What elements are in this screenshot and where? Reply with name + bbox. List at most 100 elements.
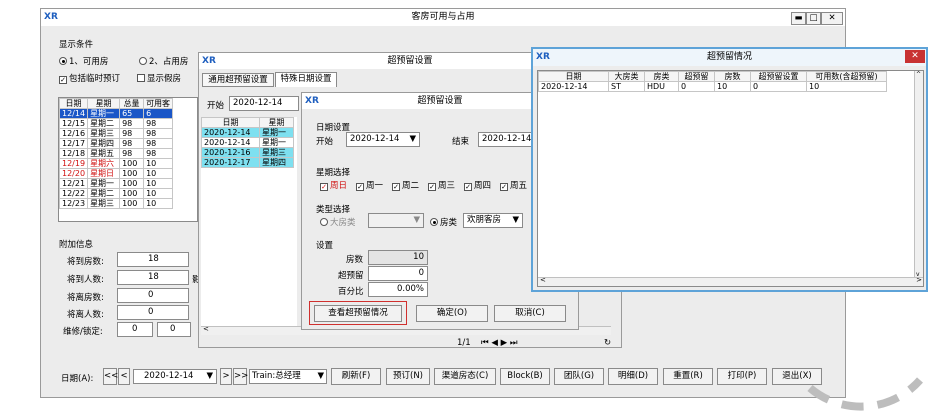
availability-grid[interactable]: 日期 星期 总量 可用客 12/14 星期一 65 6 12/15 星期二 98 98 12…	[58, 97, 198, 222]
weekday-fri[interactable]: ✓ 周五	[500, 179, 527, 191]
main-title: 客房可用与占用	[411, 12, 475, 22]
status-titlebar: XR 超预留情况 ✕	[533, 49, 926, 66]
table-row[interactable]: 2020-12-14 ST HDU 0 10 0 10	[538, 81, 887, 92]
col-header: 房类	[644, 71, 679, 82]
radio-occupied[interactable]: 2、占用房	[139, 55, 188, 67]
arrive-guests-label: 将到人数:	[67, 275, 104, 285]
checkbox-checked-icon: ✓	[428, 183, 436, 191]
refresh-button[interactable]: 刷新(F)	[331, 368, 381, 385]
table-row[interactable]: 12/19 星期六 100 10	[59, 158, 174, 169]
checkbox-checked-icon: ✓	[356, 183, 364, 191]
table-row[interactable]: 12/22 星期二 100 10	[59, 188, 174, 199]
dropdown-arrow-icon: ▼	[413, 215, 420, 225]
reserve-button[interactable]: 预订(N)	[386, 368, 430, 385]
col-header: 可用客	[143, 98, 174, 109]
week-group-label: 星期选择	[316, 168, 351, 178]
col-header: 日期	[59, 98, 89, 109]
refresh-icon[interactable]: ↻	[604, 338, 611, 348]
table-row[interactable]: 12/18 星期五 98 98	[59, 148, 174, 159]
tab-special-date[interactable]: 特殊日期设置	[275, 72, 337, 87]
app-logo-icon: XR	[44, 12, 58, 22]
inner-dialog-title: 超预留设置	[417, 96, 463, 106]
weekday-thu[interactable]: ✓ 周四	[464, 179, 491, 191]
col-header: 日期	[538, 71, 609, 82]
col-header: 大房类	[608, 71, 645, 82]
weekday-wed[interactable]: ✓ 周三	[428, 179, 455, 191]
date-group-label: 日期设置	[316, 123, 351, 133]
checkbox-checked-icon: ✓	[500, 183, 508, 191]
checkbox-checked-icon: ✓	[59, 76, 67, 84]
depart-rooms-label: 将离房数:	[67, 293, 104, 303]
main-titlebar: XR 客房可用与占用 ▬ □ ✕	[41, 9, 845, 26]
date-label: 日期(A):	[61, 374, 94, 384]
weekday-sun[interactable]: ✓ 周日	[320, 179, 347, 191]
depart-guests-label: 将离人数:	[67, 310, 104, 320]
weekday-tue[interactable]: ✓ 周二	[392, 179, 419, 191]
extra-info-label: 附加信息	[59, 240, 94, 250]
depart-guests-field: 0	[117, 305, 189, 320]
detail-button[interactable]: 明细(D)	[608, 368, 658, 385]
close-button[interactable]: ✕	[821, 12, 843, 25]
table-row[interactable]: 12/14 星期一 65 6	[59, 108, 174, 119]
weekday-mon[interactable]: ✓ 周一	[356, 179, 383, 191]
reset-button[interactable]: 重置(R)	[663, 368, 713, 385]
radio-available[interactable]: 1、可用房	[59, 55, 108, 67]
scroll-left-icon: <	[540, 276, 546, 284]
special-date-grid[interactable]: 日期 星期 2020-12-14 星期一 2020-12-14 星期一 2020-12…	[201, 117, 297, 327]
start-date-field[interactable]: 2020-12-14	[229, 96, 299, 111]
checkbox-include-temp[interactable]: ✓ 包括临时预订	[59, 72, 120, 84]
ok-button[interactable]: 确定(O)	[416, 305, 488, 322]
print-button[interactable]: 打印(P)	[717, 368, 767, 385]
view-over-status-button[interactable]: 查看超预留情况	[314, 305, 402, 322]
train-value: Train:总经理	[252, 371, 301, 381]
over-status-grid[interactable]: 日期 大房类 房类 超预留 房数 超预留设置 可用数(含超预留) 2020-12…	[537, 70, 924, 287]
channel-status-button[interactable]: 渠道房态(C)	[434, 368, 496, 385]
table-row[interactable]: 12/21 星期一 100 10	[59, 178, 174, 189]
col-header: 日期	[201, 117, 260, 128]
arrive-rooms-field: 18	[117, 252, 189, 267]
radio-room-type[interactable]: 房类	[430, 216, 457, 228]
prev-day-button[interactable]: <	[118, 368, 130, 385]
horizontal-scrollbar[interactable]: < >	[538, 276, 923, 286]
status-close-button[interactable]: ✕	[905, 50, 925, 63]
checkbox-checked-icon: ✓	[464, 183, 472, 191]
next-week-button[interactable]: >>	[233, 368, 248, 385]
vertical-scrollbar[interactable]: ^ v	[914, 71, 923, 278]
tab-general[interactable]: 通用超预留设置	[202, 73, 274, 87]
group-button[interactable]: 团队(G)	[554, 368, 604, 385]
table-row[interactable]: 12/16 星期三 98 98	[59, 128, 174, 139]
maximize-button[interactable]: □	[806, 12, 821, 25]
block-button[interactable]: Block(B)	[500, 368, 550, 385]
over-reserve-field[interactable]: 0	[368, 266, 428, 281]
date-picker[interactable]: 2020-12-14 ▼	[133, 369, 217, 384]
table-row[interactable]: 2020-12-17 星期四	[201, 157, 294, 168]
prev-week-button[interactable]: <<	[103, 368, 118, 385]
depart-rooms-field: 0	[117, 288, 189, 303]
table-row[interactable]: 2020-12-14 星期一	[201, 127, 294, 138]
radio-big-icon	[320, 218, 328, 226]
train-select[interactable]: Train:总经理 ▼	[249, 369, 327, 384]
minimize-button[interactable]: ▬	[791, 12, 806, 25]
room-type-select[interactable]: 欢朋客房 ▼	[463, 213, 523, 228]
table-row[interactable]: 12/20 星期日 100 10	[59, 168, 174, 179]
type-group-label: 类型选择	[316, 205, 351, 215]
next-day-button[interactable]: >	[220, 368, 232, 385]
table-row[interactable]: 12/17 星期四 98 98	[59, 138, 174, 149]
checkbox-fake-room[interactable]: 显示假房	[137, 72, 181, 84]
maintenance-field: 0	[117, 322, 153, 337]
pager-nav-icon[interactable]: ⏮ ◀ ▶ ⏭	[481, 338, 517, 348]
dropdown-arrow-icon: ▼	[206, 371, 213, 381]
over-status-window: XR 超预留情况 ✕ 日期 大房类 房类 超预留 房数 超预留设置 可用数(含超…	[531, 47, 928, 292]
arrive-rooms-label: 将到房数:	[67, 257, 104, 267]
cancel-button[interactable]: 取消(C)	[494, 305, 566, 322]
table-row[interactable]: 2020-12-16 星期三	[201, 147, 294, 158]
percent-field[interactable]: 0.00%	[368, 282, 428, 297]
table-row[interactable]: 12/23 星期三 100 10	[59, 198, 174, 209]
inner-start-date[interactable]: 2020-12-14 ▼	[346, 132, 420, 147]
radio-occupied-icon	[139, 57, 147, 65]
table-row[interactable]: 12/15 星期二 98 98	[59, 118, 174, 129]
radio-big-room-type[interactable]: 大房类	[320, 216, 356, 228]
table-row[interactable]: 2020-12-14 星期一	[201, 137, 294, 148]
checkbox-empty-icon	[137, 74, 145, 82]
date-value: 2020-12-14	[144, 371, 194, 381]
